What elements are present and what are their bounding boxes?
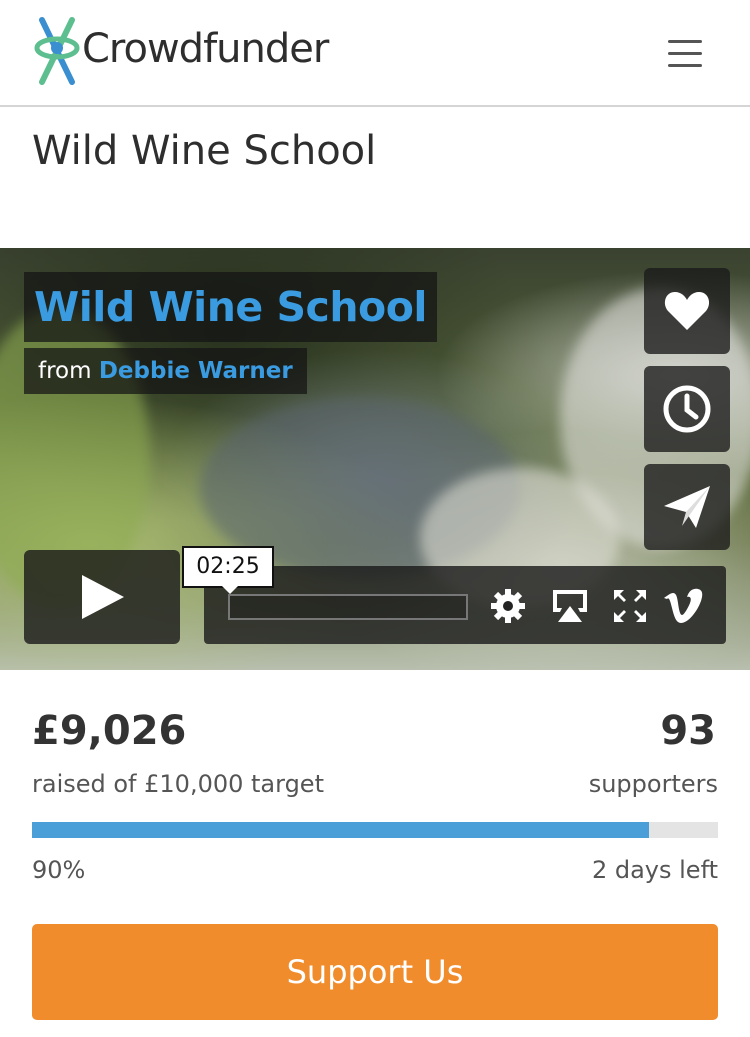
settings-icon[interactable]: [488, 586, 528, 626]
video-byline: from Debbie Warner: [24, 348, 307, 394]
support-us-button[interactable]: Support Us: [32, 924, 718, 1020]
days-left: 2 days left: [591, 856, 718, 884]
video-time-tooltip: 02:25: [182, 546, 274, 594]
video-controls-bar: [204, 566, 726, 644]
fullscreen-icon[interactable]: [610, 586, 650, 626]
brand-name[interactable]: Crowdfunder: [82, 26, 329, 72]
play-button[interactable]: [24, 550, 180, 644]
like-button[interactable]: [644, 268, 730, 354]
send-icon: [664, 486, 710, 528]
raised-target-label: raised of £10,000 target: [32, 770, 324, 798]
airplay-icon[interactable]: [550, 586, 590, 626]
site-header: Crowdfunder: [0, 0, 750, 107]
funding-percent: 90%: [32, 856, 86, 884]
byline-from: from: [38, 358, 92, 384]
video-progress-bar[interactable]: [228, 594, 468, 620]
video-title[interactable]: Wild Wine School: [34, 283, 427, 331]
vimeo-icon[interactable]: [662, 586, 704, 626]
clock-icon: [663, 385, 711, 433]
supporters-label: supporters: [588, 770, 718, 798]
heart-icon: [664, 292, 710, 330]
supporters-count: 93: [660, 708, 716, 754]
funding-progress-fill: [32, 822, 650, 838]
play-icon: [82, 575, 124, 619]
amount-raised: £9,026: [32, 708, 187, 754]
funding-progress-bar: [32, 822, 718, 838]
video-title-box[interactable]: Wild Wine School: [24, 272, 437, 342]
watch-later-button[interactable]: [644, 366, 730, 452]
hamburger-icon[interactable]: [668, 36, 704, 68]
video-author-link[interactable]: Debbie Warner: [99, 358, 293, 384]
page-title: Wild Wine School: [32, 128, 377, 174]
video-player[interactable]: Wild Wine School from Debbie Warner 02:2…: [0, 248, 750, 670]
share-button[interactable]: [644, 464, 730, 550]
crowdfunder-logo-icon[interactable]: [32, 16, 82, 86]
